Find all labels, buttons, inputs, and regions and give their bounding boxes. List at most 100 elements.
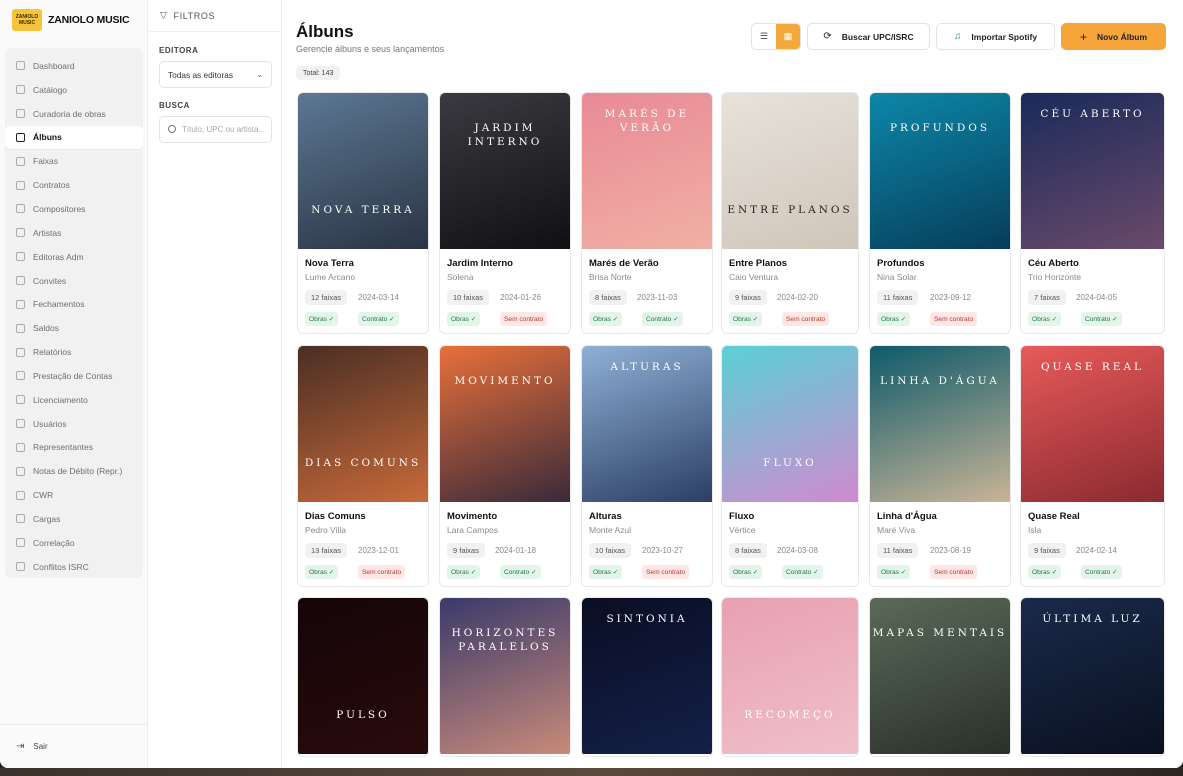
sidebar-item[interactable]: Notas de Débito (Repr.) (5, 459, 143, 483)
users-icon (16, 442, 25, 452)
list-view-button[interactable]: ☰ (752, 24, 776, 49)
obras-badge: Obras ✓ (589, 565, 623, 579)
new-album-button[interactable]: + Novo Álbum (1061, 23, 1166, 50)
sidebar-item[interactable]: Relatórios (5, 340, 143, 364)
logout-icon: ⇥ (16, 741, 25, 752)
album-card[interactable]: SINTONIA (581, 597, 713, 757)
sidebar-item[interactable]: Faixas (5, 149, 143, 173)
sidebar-item[interactable]: Usuários (5, 412, 143, 436)
album-card[interactable]: JARDIM INTERNO Jardim Interno Solena 10 fai… (439, 92, 571, 334)
album-card[interactable]: PROFUNDOS Profundos Nina Solar 11 faixas 202… (869, 92, 1011, 334)
filters-title: FILTROS (173, 10, 216, 21)
grid-view-button[interactable]: ▦ (776, 24, 800, 49)
album-card[interactable]: CÉU ABERTO Céu Aberto Trio Horizonte 7 faix… (1020, 92, 1165, 334)
logout-button[interactable]: ⇥ Sair (0, 724, 148, 768)
release-date: 2023-09-12 (930, 293, 971, 302)
sidebar-item[interactable]: Editoras Adm (5, 245, 143, 269)
album-card[interactable]: MOVIMENTO Movimento Lara Campos 9 faixas 202… (439, 345, 571, 587)
sidebar-item-label: Curadoria de obras (33, 108, 106, 119)
report-icon (16, 347, 25, 357)
sidebar-item[interactable]: Catálogo (5, 78, 143, 102)
album-card[interactable]: MAPAS MENTAIS (869, 597, 1011, 757)
sidebar-item[interactable]: Dashboard (5, 54, 143, 78)
album-cover: LINHA D'ÁGUA (870, 346, 1010, 502)
sidebar-item[interactable]: Curadoria de obras (5, 102, 143, 126)
mail-icon (16, 276, 25, 286)
album-title: Fluxo (729, 511, 755, 522)
sidebar-item[interactable]: Compositores (5, 197, 143, 221)
sidebar-item[interactable]: Conflitos ISRC (5, 555, 143, 579)
sidebar-item[interactable]: Licenciamento (5, 388, 143, 412)
alert-icon (16, 562, 25, 572)
obras-badge: Obras ✓ (877, 565, 911, 579)
new-album-label: Novo Álbum (1096, 31, 1148, 42)
album-cover: ÚLTIMA LUZ (1021, 598, 1164, 754)
release-date: 2023-10-27 (642, 546, 683, 555)
sidebar-item-label: Relatórios (33, 347, 72, 358)
page-subtitle: Gerencie álbuns e seus lançamentos (296, 44, 445, 54)
sidebar-item[interactable]: Representantes (5, 436, 143, 460)
track-count-badge: 9 faixas (1028, 543, 1066, 558)
album-card[interactable]: ALTURAS Alturas Monte Azul 10 faixas 2023-10… (581, 345, 713, 587)
album-card[interactable]: ENTRE PLANOS Entre Planos Caio Ventura 9 fa… (721, 92, 859, 334)
sidebar-item[interactable]: Prestação de Contas (5, 364, 143, 388)
album-card[interactable]: QUASE REAL Quase Real Isla 9 faixas 2024-02-… (1020, 345, 1165, 587)
album-card[interactable]: NOVA TERRA Nova Terra Lume Arcano 12 faixas… (297, 92, 429, 334)
search-upc-button[interactable]: ⟳ Buscar UPC/ISRC (807, 23, 930, 50)
album-card[interactable]: DIAS COMUNS Dias Comuns Pedro Villa 13 faix… (297, 345, 429, 587)
album-cover-text: DIAS COMUNS (304, 457, 422, 469)
sidebar-item[interactable]: Cargas (5, 507, 143, 531)
search-upc-label: Buscar UPC/ISRC (841, 31, 914, 42)
contract-badge: Sem contrato (500, 312, 548, 326)
album-artist: Solena (447, 272, 474, 282)
album-card[interactable]: HORIZONTES PARALELOS (439, 597, 571, 757)
obras-badge: Obras ✓ (447, 312, 481, 326)
sidebar-item[interactable]: Artistas (5, 221, 143, 245)
editora-select[interactable]: Todas as editoras ⌄ (159, 61, 272, 88)
album-artist: Lara Campos (447, 525, 499, 535)
album-cover: QUASE REAL (1021, 346, 1164, 502)
album-title: Céu Aberto (1028, 258, 1079, 269)
sidebar-item[interactable]: Convites (5, 269, 143, 293)
obras-badge: Obras ✓ (447, 565, 481, 579)
filters-panel: ▽ FILTROS EDITORA Todas as editoras ⌄ BU… (148, 0, 282, 768)
sidebar-item-label: Correlação (33, 537, 75, 548)
album-card[interactable]: PULSO (297, 597, 429, 757)
album-card[interactable]: RECOMEÇO (721, 597, 859, 757)
sidebar-item[interactable]: Contratos (5, 173, 143, 197)
filter-icon: ▽ (160, 10, 168, 20)
search-input[interactable]: Título, UPC ou artista... (159, 116, 272, 143)
album-artist: Brisa Norte (589, 272, 632, 282)
track-count-badge: 10 faixas (447, 290, 490, 305)
album-card[interactable]: ÚLTIMA LUZ (1020, 597, 1165, 757)
sidebar-item[interactable]: Fechamentos (5, 292, 143, 316)
album-card[interactable]: FLUXO Fluxo Vértice 8 faixas 2024-03-08 Obras… (721, 345, 859, 587)
album-card[interactable]: MARÉS DE VERÃO Marés de Verão Brisa Norte 8… (581, 92, 713, 334)
contract-badge: Contrato ✓ (1081, 312, 1122, 326)
import-spotify-button[interactable]: ♫ Importar Spotify (936, 23, 1055, 50)
album-card[interactable]: LINHA D'ÁGUA Linha d'Água Maré Viva 11 faix… (869, 345, 1011, 587)
receipt-icon (16, 466, 25, 476)
album-title: Jardim Interno (447, 258, 513, 269)
document-icon (16, 180, 25, 190)
album-cover-text: CÉU ABERTO (1040, 108, 1145, 120)
sidebar-item-label: Prestação de Contas (33, 370, 113, 381)
album-artist: Vértice (729, 525, 756, 535)
release-date: 2023-11-03 (637, 293, 678, 302)
sidebar-item[interactable]: CWR (5, 483, 143, 507)
release-date: 2024-03-14 (358, 293, 399, 302)
editora-value: Todas as editoras (168, 69, 234, 80)
contract-badge: Sem contrato (358, 565, 406, 579)
sidebar-item-label: Cargas (33, 513, 61, 524)
album-artist: Isla (1028, 525, 1042, 535)
contract-badge: Sem contrato (782, 312, 830, 326)
license-icon (16, 395, 25, 405)
sidebar-item[interactable]: Álbuns (5, 125, 143, 150)
album-artist: Caio Ventura (729, 272, 779, 282)
sidebar-item[interactable]: Correlação (5, 531, 143, 555)
sidebar-item-label: Artistas (33, 227, 62, 238)
track-count-badge: 10 faixas (589, 543, 632, 558)
release-date: 2023-12-01 (358, 546, 399, 555)
brand-logo: ZANIOLO MUSIC (12, 9, 42, 31)
sidebar-item[interactable]: Saldos (5, 316, 143, 340)
